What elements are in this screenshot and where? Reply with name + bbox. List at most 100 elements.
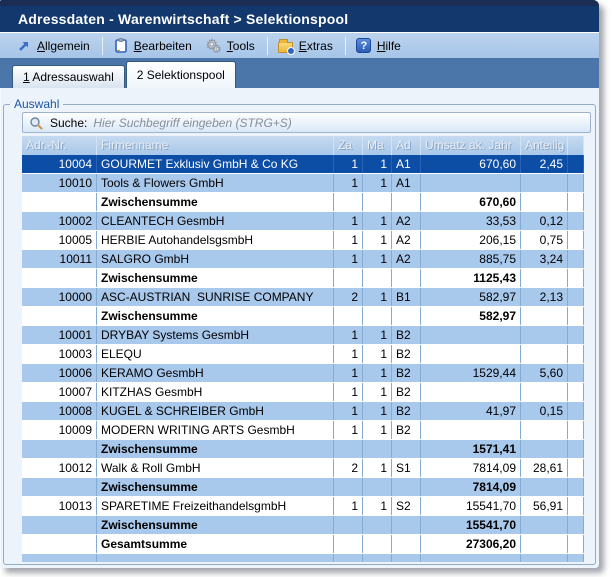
cell-adr-nr (22, 535, 97, 553)
table-row[interactable]: 10005HERBIE AutohandelsgsmbH11A2206,150,… (22, 231, 584, 250)
column-header-anteilig[interactable]: Anteilig (521, 136, 568, 155)
allgemein-button[interactable]: Allgemein (10, 36, 98, 56)
cell-spacer (568, 326, 584, 344)
table-row[interactable]: Zwischensumme 1125,43 (22, 269, 584, 288)
column-header-firmenname[interactable]: Firmenname (97, 136, 334, 155)
table-row[interactable]: 10000ASC-AUSTRIAN SUNRISE COMPANY21B1582… (22, 288, 584, 307)
cell-ad (392, 516, 421, 534)
auswahl-groupbox: Auswahl Suche: Hier Suchbegriff eingeben… (3, 104, 596, 565)
table-row[interactable]: 10006KERAMO GesmbH11B21529,445,60 (22, 364, 584, 383)
cell-ma: 1 (363, 459, 392, 477)
table-row[interactable]: 10007KITZHAS GesmbH11B2 (22, 383, 584, 402)
table-row[interactable]: 10001DRYBAY Systems GesmbH11B2 (22, 326, 584, 345)
cell-anteilig (521, 383, 568, 401)
cell-umsatz: 7814,09 (421, 459, 521, 477)
table-row[interactable]: 10008KUGEL & SCHREIBER GmbH11B241,970,15 (22, 402, 584, 421)
table-row[interactable]: 10010Tools & Flowers GmbH11A1 (22, 174, 584, 193)
column-header-ad[interactable]: Ad (392, 136, 421, 155)
cell-umsatz: 15541,70 (421, 516, 521, 534)
cell-ma (363, 307, 392, 325)
cell-umsatz: 885,75 (421, 250, 521, 268)
column-header-umsatz[interactable]: Umsatz ak. Jahr (421, 136, 521, 155)
column-header-adr-nr[interactable]: Adr.-Nr. (22, 136, 97, 155)
cell-adr-nr: 10003 (22, 345, 97, 363)
cell-firmenname: GOURMET Exklusiv GmbH & Co KG (97, 155, 334, 173)
cell-anteilig: 2,45 (521, 155, 568, 173)
cell-anteilig (521, 440, 568, 458)
cell-firmenname: SPARETIME FreizeithandelsgmbH (97, 497, 334, 515)
table-row[interactable]: Zwischensumme7814,09 (22, 478, 584, 497)
cell-firmenname: Gesamtsumme (97, 535, 334, 553)
table-header[interactable]: Adr.-Nr. Firmenname Za Ma Ad Umsatz ak. … (22, 136, 584, 155)
hilfe-button[interactable]: ? Hilfe (350, 36, 409, 56)
cell-adr-nr: 10009 (22, 421, 97, 439)
cell-adr-nr (22, 478, 97, 496)
tab-adressauswahl[interactable]: 1 Adressauswahl (12, 65, 125, 88)
cell-za: 1 (334, 383, 363, 401)
content-pane: Auswahl Suche: Hier Suchbegriff eingeben… (0, 88, 599, 568)
toolbar-item-label: Allgemein (37, 39, 90, 53)
table-row[interactable]: Gesamtsumme27306,20 (22, 535, 584, 554)
cell-firmenname: HERBIE AutohandelsgsmbH (97, 231, 334, 249)
toolbar-item-label: Extras (299, 39, 333, 53)
cell-ma: 1 (363, 174, 392, 192)
cell-ma: 1 (363, 497, 392, 515)
search-icon (28, 115, 44, 131)
cell-za (334, 516, 363, 534)
groupbox-label: Auswahl (10, 97, 63, 111)
cell-ma: 1 (363, 231, 392, 249)
cell-firmenname: Zwischensumme (97, 307, 334, 325)
cell-anteilig: 3,24 (521, 250, 568, 268)
table-row[interactable] (22, 554, 584, 562)
search-placeholder: Hier Suchbegriff eingeben (STRG+S) (93, 116, 291, 130)
cell-za: 1 (334, 155, 363, 173)
bearbeiten-button[interactable]: Bearbeiten (107, 36, 200, 56)
cell-ad: B2 (392, 364, 421, 382)
table-row[interactable]: 10003ELEQU11B2 (22, 345, 584, 364)
cell-firmenname: SALGRO GmbH (97, 250, 334, 268)
cell-umsatz (421, 421, 521, 439)
table-row[interactable]: Zwischensumme670,60 (22, 193, 584, 212)
cell-ad: A2 (392, 212, 421, 230)
cell-umsatz (421, 383, 521, 401)
cell-firmenname: Zwischensumme (97, 516, 334, 534)
extras-button[interactable]: Extras (272, 36, 341, 56)
column-header-za[interactable]: Za (334, 136, 363, 155)
cell-spacer (568, 288, 584, 306)
column-header-ma[interactable]: Ma (363, 136, 392, 155)
cell-firmenname: Zwischensumme (97, 269, 334, 287)
cell-firmenname: KITZHAS GesmbH (97, 383, 334, 401)
table-row[interactable]: 10011SALGRO GmbH11A2885,753,24 (22, 250, 584, 269)
table-row[interactable]: Zwischensumme582,97 (22, 307, 584, 326)
table-row[interactable]: 10012Walk & Roll GmbH21S17814,0928,61 (22, 459, 584, 478)
cell-umsatz: 1125,43 (421, 269, 521, 287)
cell-anteilig (521, 193, 568, 211)
cell-ad: S2 (392, 497, 421, 515)
tab-selektionspool[interactable]: 2 Selektionspool (126, 61, 236, 88)
cell-anteilig (521, 174, 568, 192)
search-input[interactable]: Suche: Hier Suchbegriff eingeben (STRG+S… (22, 112, 591, 133)
cell-ad: B2 (392, 383, 421, 401)
cell-spacer (568, 231, 584, 249)
cell-umsatz: 15541,70 (421, 497, 521, 515)
search-label: Suche: (50, 116, 87, 130)
table-row[interactable]: 10002CLEANTECH GesmbH11A233,530,12 (22, 212, 584, 231)
table-body: 10004GOURMET Exklusiv GmbH & Co KG11A167… (22, 155, 584, 562)
table-row[interactable]: 10013SPARETIME FreizeithandelsgmbH11S215… (22, 497, 584, 516)
cell-anteilig: 0,12 (521, 212, 568, 230)
cell-firmenname: MODERN WRITING ARTS GesmbH (97, 421, 334, 439)
cell-ma (363, 478, 392, 496)
cell-firmenname: ASC-AUSTRIAN SUNRISE COMPANY (97, 288, 334, 306)
cell-spacer (568, 212, 584, 230)
arrow-up-right-icon (16, 38, 32, 54)
table-row[interactable]: Zwischensumme1571,41 (22, 440, 584, 459)
table-row[interactable]: 10009MODERN WRITING ARTS GesmbH11B2 (22, 421, 584, 440)
cell-umsatz (421, 326, 521, 344)
table-row[interactable]: 10004GOURMET Exklusiv GmbH & Co KG11A167… (22, 155, 584, 174)
cell-ma: 1 (363, 421, 392, 439)
tools-button[interactable]: Tools (200, 36, 263, 56)
cell-ma: 1 (363, 364, 392, 382)
cell-spacer (568, 459, 584, 477)
table-row[interactable]: Zwischensumme 15541,70 (22, 516, 584, 535)
cell-adr-nr: 10011 (22, 250, 97, 268)
